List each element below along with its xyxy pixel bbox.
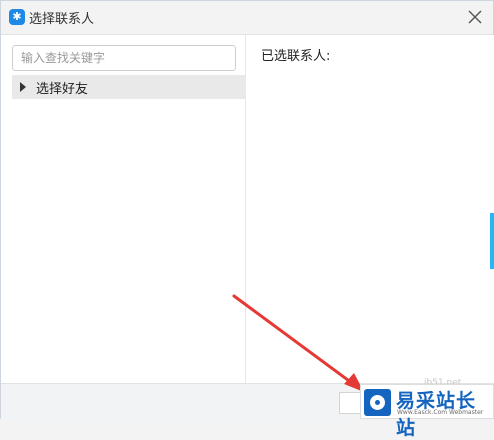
- accent-decoration: [490, 213, 494, 269]
- site-watermark: 易采站长站 Www.Easck.Com Webmaster: [360, 384, 494, 439]
- select-contacts-dialog: ✱ 选择联系人 选择好友 已选联系人:: [0, 0, 494, 421]
- app-icon: ✱: [9, 9, 25, 25]
- site-logo-icon: [364, 389, 391, 416]
- dialog-title: 选择联系人: [29, 12, 95, 27]
- title-bar: ✱ 选择联系人: [1, 1, 493, 35]
- caret-right-icon: [20, 82, 26, 92]
- close-icon: [468, 10, 482, 24]
- group-select-friends[interactable]: 选择好友: [12, 75, 246, 99]
- close-button[interactable]: [465, 7, 485, 27]
- group-label: 选择好友: [36, 82, 89, 97]
- selected-contacts-panel: 已选联系人:: [247, 35, 494, 383]
- watermark-site-url: Www.Easck.Com Webmaster: [397, 409, 484, 416]
- selected-contacts-label: 已选联系人:: [261, 49, 331, 64]
- search-input[interactable]: [12, 45, 236, 71]
- footer-button[interactable]: [339, 392, 361, 414]
- contact-list-panel: 选择好友: [2, 35, 246, 383]
